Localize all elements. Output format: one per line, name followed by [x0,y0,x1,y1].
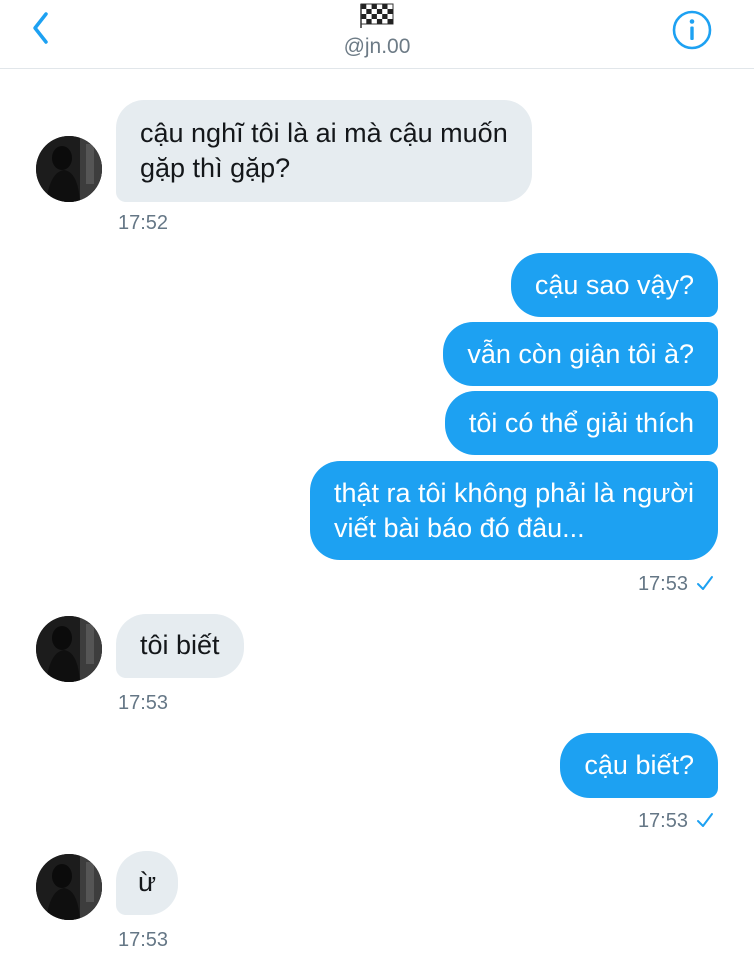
message-timestamp: 17:53 [118,929,169,951]
message-timestamp-row: 17:53 [638,810,714,833]
message-text-line: viết bài báo đó đâu... [333,513,585,543]
message-text-line: thật ra tôi không phải là người [333,478,694,508]
message-text-line: cậu nghĩ tôi là ai mà cậu muốn [140,118,508,148]
message-text-line: cậu sao vậy? [534,270,694,300]
message-text-line: tôi có thể giải thích [468,408,694,438]
message-bubble-outgoing[interactable]: tôi có thể giải thích [444,391,718,455]
info-icon [672,10,712,50]
info-button[interactable] [670,8,714,52]
message-timestamp: 17:52 [118,212,169,234]
message-bubble-outgoing[interactable]: cậu biết? [560,733,718,798]
checkmark-icon [697,575,713,590]
message-bubble-incoming[interactable]: cậu nghĩ tôi là ai mà cậu muốn gặp thì g… [116,100,532,202]
avatar[interactable] [36,136,102,202]
message-bubble-outgoing[interactable]: cậu sao vậy? [510,253,718,317]
message-timestamp: 17:53 [637,810,688,832]
message-bubble-incoming[interactable]: tôi biết [116,614,244,678]
avatar[interactable] [36,854,102,920]
checkmark-icon [697,812,713,827]
message-text-line: cậu biết? [584,750,694,780]
message-timestamp-row: 17:53 [638,573,714,596]
checkered-flag-icon [359,3,395,28]
conversation-handle[interactable]: @jn.00 [0,35,754,59]
message-bubble-outgoing[interactable]: vẫn còn giận tôi à? [443,322,718,386]
message-text-line: vẫn còn giận tôi à? [467,339,694,369]
message-text-line: tôi biết [140,630,220,660]
message-timestamp: 17:53 [118,692,169,714]
message-bubble-incoming[interactable]: ừ [116,851,179,915]
message-timestamp: 17:53 [637,573,688,595]
message-bubble-outgoing[interactable]: thật ra tôi không phải là người viết bài… [309,461,718,560]
message-text-line: ừ [138,867,157,897]
conversation-header: @jn.00 [0,0,754,69]
message-text-line: gặp thì gặp? [140,153,291,183]
avatar[interactable] [36,616,102,682]
